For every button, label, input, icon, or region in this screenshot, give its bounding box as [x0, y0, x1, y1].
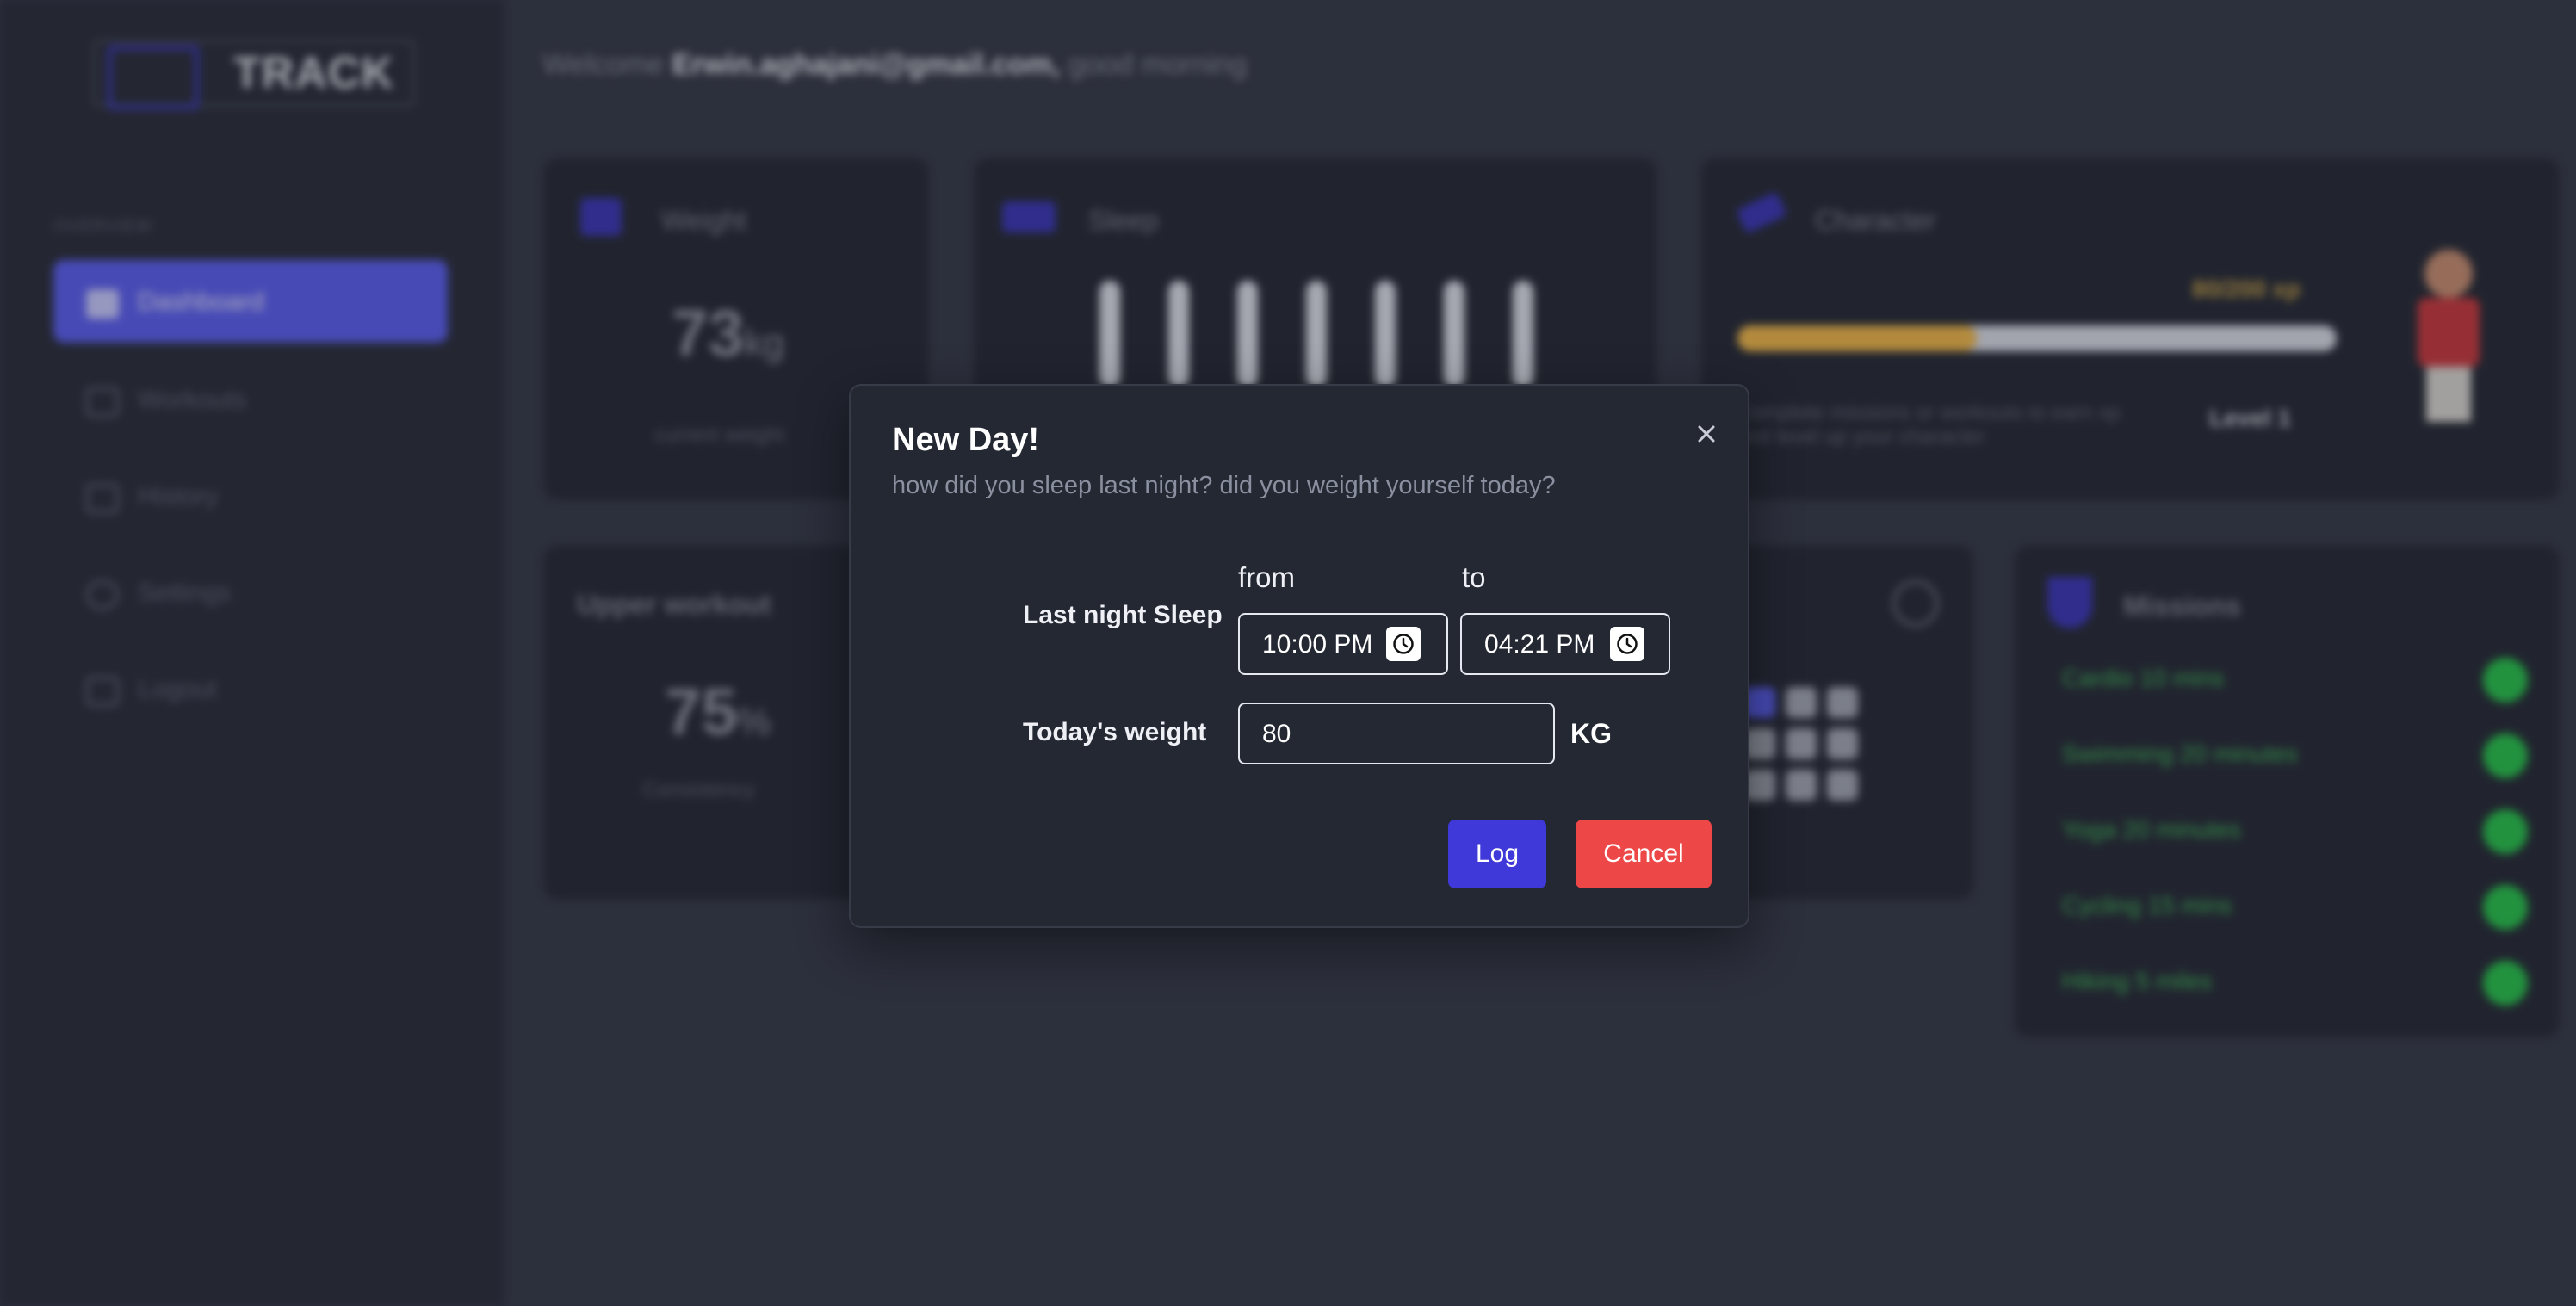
sleep-label: Last night Sleep — [1023, 601, 1223, 629]
weight-unit-label: KG — [1570, 718, 1612, 749]
new-day-dialog: New Day! how did you sleep last night? d… — [849, 384, 1749, 928]
dialog-subtitle: how did you sleep last night? did you we… — [892, 472, 1556, 499]
clock-icon[interactable] — [1386, 627, 1421, 661]
sleep-to-time-input[interactable]: 04:21 PM — [1460, 613, 1670, 675]
weight-input-value: 80 — [1262, 720, 1291, 748]
sleep-from-time-input[interactable]: 10:00 PM — [1238, 613, 1448, 675]
from-label: from — [1238, 561, 1295, 593]
weight-input[interactable]: 80 — [1238, 703, 1555, 764]
sleep-to-value: 04:21 PM — [1484, 630, 1595, 659]
close-button[interactable] — [1689, 417, 1724, 451]
clock-icon[interactable] — [1610, 627, 1644, 661]
to-label: to — [1462, 561, 1486, 593]
sleep-from-value: 10:00 PM — [1262, 630, 1373, 659]
close-icon — [1698, 425, 1715, 443]
log-button[interactable]: Log — [1448, 820, 1546, 888]
cancel-button[interactable]: Cancel — [1576, 820, 1712, 888]
dialog-title: New Day! — [892, 422, 1040, 458]
weight-label: Today's weight — [1023, 718, 1207, 746]
